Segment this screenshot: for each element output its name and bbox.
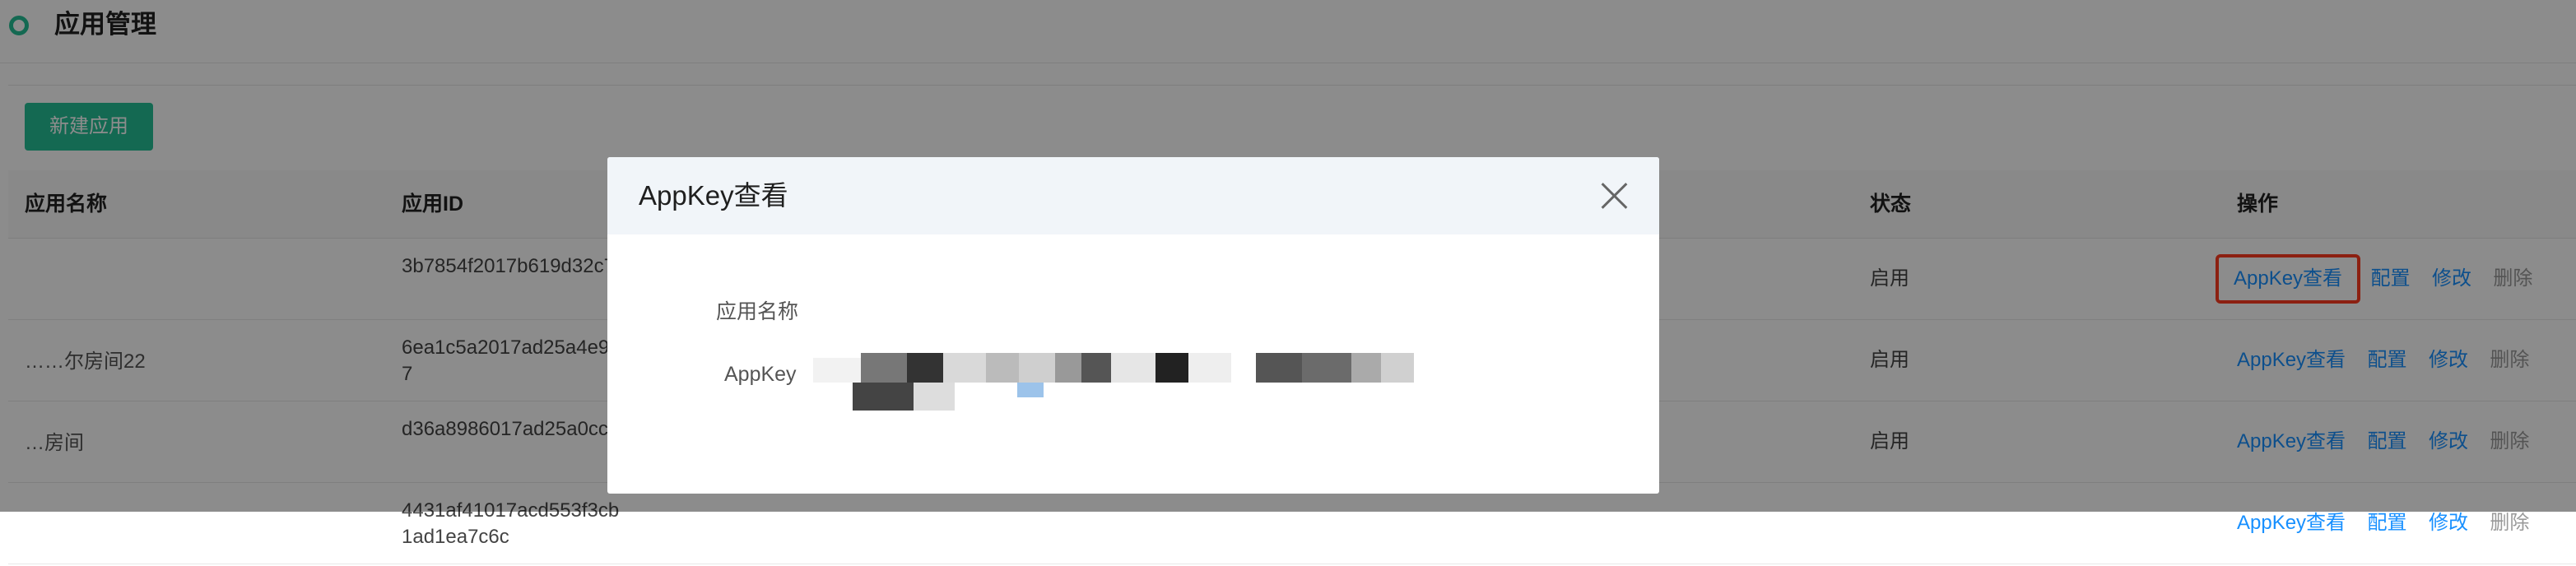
appkey-view-link[interactable]: AppKey查看 bbox=[2237, 512, 2346, 534]
close-icon[interactable] bbox=[1597, 179, 1631, 213]
appkey-redaction-mosaic bbox=[813, 353, 1414, 411]
config-link[interactable]: 配置 bbox=[2368, 512, 2407, 534]
appkey-modal: AppKey查看 应用名称 AppKey bbox=[607, 157, 1659, 494]
appkey-label: AppKey bbox=[724, 363, 797, 386]
edit-link[interactable]: 修改 bbox=[2429, 512, 2468, 534]
app-management-page: 应用管理 新建应用 应用名称 应用ID 状态 操作 3b7854f2017b61… bbox=[0, 0, 2576, 564]
app-name-label: 应用名称 bbox=[716, 300, 799, 323]
modal-header: AppKey查看 bbox=[607, 157, 1659, 234]
modal-title: AppKey查看 bbox=[639, 180, 788, 211]
delete-link[interactable]: 删除 bbox=[2490, 512, 2529, 534]
